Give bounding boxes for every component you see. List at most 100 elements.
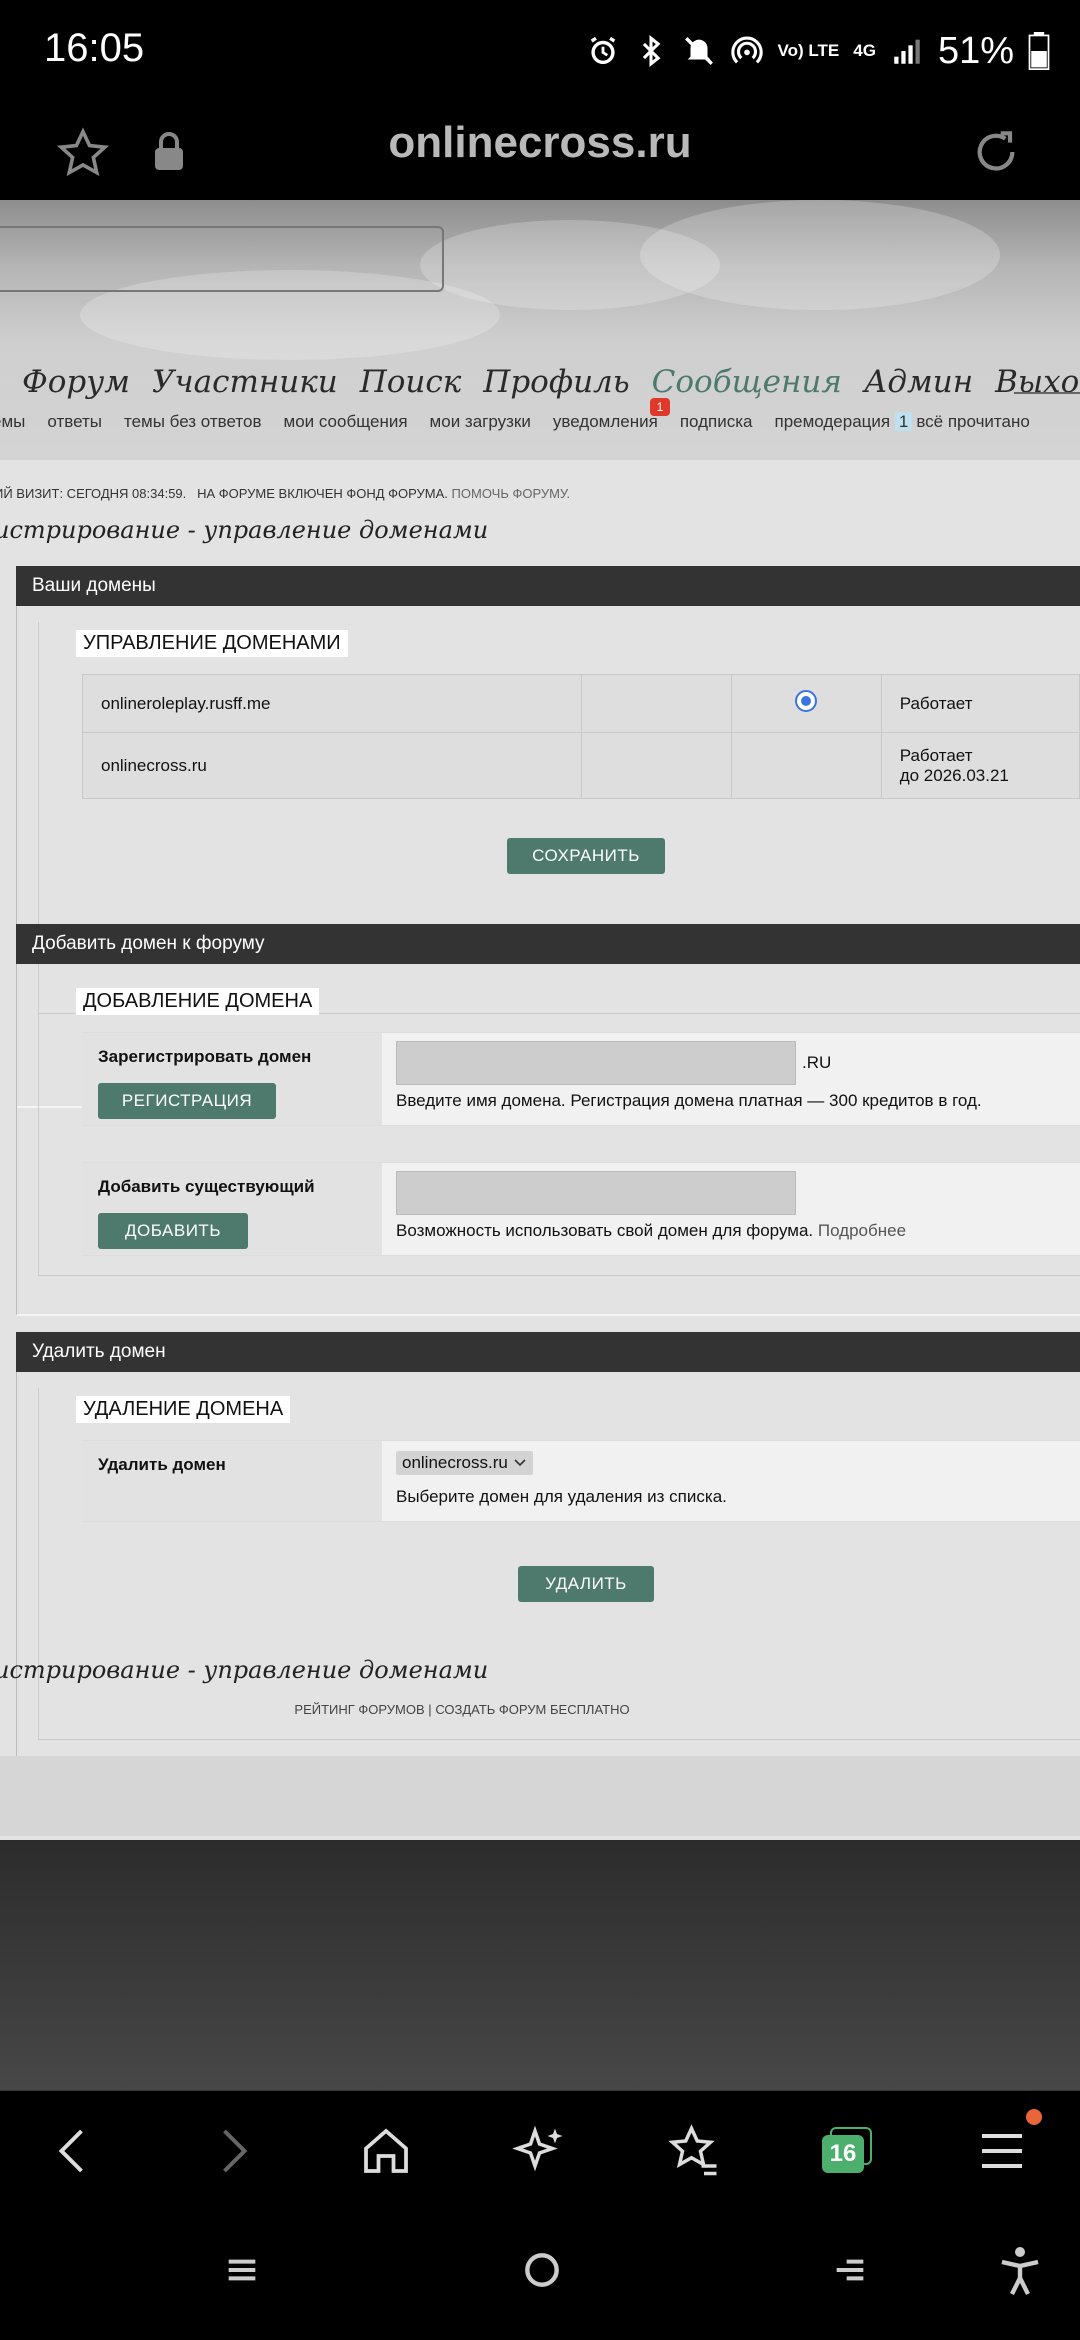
network-type: Vo) LTE	[777, 41, 840, 60]
existing-domain-input[interactable]	[396, 1171, 796, 1215]
nav-forum[interactable]: Форум	[22, 364, 130, 400]
web-page: Форум Участники Поиск Профиль Сообщения …	[0, 200, 1080, 2090]
battery-icon	[1028, 32, 1050, 70]
domain-select[interactable]: onlinecross.ru	[396, 1451, 533, 1475]
existing-label: Добавить существующий	[98, 1177, 315, 1196]
domain-name-cell: onlineroleplay.rusff.me	[81, 674, 583, 733]
section-header-delete-domain: Удалить домен	[16, 1332, 1080, 1372]
register-button[interactable]: РЕГИСТРАЦИЯ	[98, 1083, 276, 1119]
status-text: Работает	[899, 745, 973, 765]
empty-cell	[581, 732, 732, 799]
save-button[interactable]: СОХРАНИТЬ	[507, 838, 665, 874]
register-hint: Введите имя домена. Регистрация домена п…	[396, 1091, 982, 1110]
page-title: истрирование - управление доменами	[0, 516, 489, 544]
delete-domain-row: Удалить домен onlinecross.ru Выберите до…	[82, 1440, 1080, 1522]
existing-hint-text: Возможность использовать свой домен для …	[396, 1221, 814, 1240]
forum-rating-link[interactable]: РЕЙТИНГ ФОРУМОВ	[294, 1702, 424, 1717]
domains-table: onlineroleplay.rusff.me Работает onlinec…	[81, 674, 1080, 799]
tabs-button[interactable]: 16	[822, 2127, 872, 2173]
home-icon[interactable]	[356, 2121, 416, 2181]
main-navigation: Форум Участники Поиск Профиль Сообщения …	[22, 364, 1080, 400]
reload-icon[interactable]	[968, 124, 1024, 180]
url-text[interactable]: onlinecross.ru	[0, 118, 1080, 168]
address-bar: onlinecross.ru	[0, 100, 1080, 200]
nav-profile[interactable]: Профиль	[483, 364, 629, 400]
subnav-replies[interactable]: ответы	[47, 412, 102, 432]
domain-name-input[interactable]	[396, 1041, 796, 1085]
section-header-add-domain: Добавить домен к форуму	[16, 924, 1080, 964]
subnav-subscriptions[interactable]: подписка	[680, 412, 753, 432]
bookmarks-icon[interactable]	[664, 2121, 724, 2181]
home-button-icon[interactable]	[520, 2248, 564, 2292]
battery-percent: 51%	[937, 29, 1014, 72]
signal-icon	[894, 39, 920, 64]
visit-info: ИЙ ВИЗИТ: СЕГОДНЯ 08:34:59. НА ФОРУМЕ ВК…	[0, 486, 570, 501]
page-footer	[0, 1756, 1080, 1836]
delete-label-cell: Удалить домен	[82, 1441, 382, 1521]
tld-suffix: .RU	[802, 1053, 832, 1072]
nav-admin[interactable]: Админ	[864, 364, 973, 400]
nav-logout[interactable]: Выход	[995, 364, 1080, 400]
subnav-my-posts[interactable]: мои сообщения	[284, 412, 408, 432]
delete-hint: Выберите домен для удаления из списка.	[396, 1487, 727, 1506]
domain-status-cell: Работает	[880, 674, 1080, 733]
divider	[1014, 392, 1080, 394]
footer-links: РЕЙТИНГ ФОРУМОВ | СОЗДАТЬ ФОРУМ БЕСПЛАТН…	[0, 1702, 924, 1717]
menu-notification-dot	[1026, 2109, 1042, 2125]
table-row: onlineroleplay.rusff.me Работает	[81, 674, 1080, 733]
forward-icon[interactable]	[202, 2121, 262, 2181]
hotspot-icon	[730, 36, 763, 64]
accessibility-icon[interactable]	[996, 2244, 1044, 2296]
delete-button[interactable]: УДАЛИТЬ	[518, 1566, 654, 1602]
browser-toolbar: 16	[0, 2090, 1080, 2210]
subnav-mark-read[interactable]: всё прочитано	[916, 412, 1030, 432]
subnav-unanswered[interactable]: темы без ответов	[124, 412, 262, 432]
premoderation-count: 1	[894, 412, 913, 431]
page-background	[0, 1840, 1080, 2090]
sub-navigation: емы ответы темы без ответов мои сообщени…	[0, 412, 1030, 432]
recent-apps-icon[interactable]	[222, 2250, 262, 2290]
clock: 16:05	[44, 26, 145, 70]
more-info-link[interactable]: Подробнее	[818, 1221, 906, 1240]
subnav-premoderation[interactable]: премодерация 1	[775, 412, 913, 432]
domain-status-cell: Работает до 2026.03.21	[880, 732, 1080, 799]
existing-hint: Возможность использовать свой домен для …	[396, 1221, 906, 1241]
notification-badge: 1	[650, 398, 670, 416]
premoderation-label[interactable]: премодерация	[775, 412, 891, 431]
register-domain-row: Зарегистрировать домен РЕГИСТРАЦИЯ .RU В…	[82, 1032, 1080, 1126]
back-icon[interactable]	[44, 2121, 104, 2181]
back-button-icon[interactable]	[830, 2250, 870, 2290]
subnav-notifications[interactable]: уведомления	[553, 412, 658, 432]
primary-domain-radio[interactable]	[795, 690, 818, 712]
existing-label-cell: Добавить существующий ДОБАВИТЬ	[82, 1163, 382, 1255]
delete-label: Удалить домен	[98, 1455, 226, 1474]
domain-select-value: onlinecross.ru	[402, 1453, 508, 1472]
register-label-cell: Зарегистрировать домен РЕГИСТРАЦИЯ	[82, 1033, 382, 1125]
add-button[interactable]: ДОБАВИТЬ	[98, 1213, 248, 1249]
fund-link[interactable]: ПОМОЧЬ ФОРУМУ.	[452, 486, 571, 501]
menu-icon[interactable]	[972, 2121, 1032, 2181]
mute-icon	[684, 37, 713, 65]
add-domain-legend: ДОБАВЛЕНИЕ ДОМЕНА	[76, 988, 320, 1015]
subnav-topics[interactable]: емы	[0, 412, 25, 432]
chevron-down-icon	[513, 1459, 526, 1467]
ai-sparkle-icon[interactable]	[510, 2121, 570, 2181]
footer-separator: |	[428, 1702, 432, 1717]
subnav-my-uploads[interactable]: мои загрузки	[430, 412, 531, 432]
empty-cell	[730, 732, 882, 799]
nav-search[interactable]: Поиск	[360, 364, 462, 400]
create-forum-link[interactable]: СОЗДАТЬ ФОРУМ БЕСПЛАТНО	[435, 1702, 629, 1717]
register-label: Зарегистрировать домен	[98, 1047, 312, 1066]
domains-legend: УПРАВЛЕНИЕ ДОМЕНАМИ	[76, 630, 348, 657]
empty-cell	[581, 674, 732, 733]
network-gen: 4G	[853, 41, 876, 60]
existing-domain-row: Добавить существующий ДОБАВИТЬ Возможнос…	[82, 1162, 1080, 1256]
delete-domain-legend: УДАЛЕНИЕ ДОМЕНА	[76, 1396, 291, 1423]
alarm-icon	[590, 36, 615, 65]
section-header-your-domains: Ваши домены	[16, 566, 1080, 606]
system-navigation-bar	[0, 2210, 1080, 2340]
domain-name-cell: onlinecross.ru	[81, 732, 583, 799]
last-visit-text: ИЙ ВИЗИТ: СЕГОДНЯ 08:34:59.	[0, 486, 187, 501]
nav-messages[interactable]: Сообщения	[652, 364, 842, 400]
nav-members[interactable]: Участники	[152, 364, 338, 400]
